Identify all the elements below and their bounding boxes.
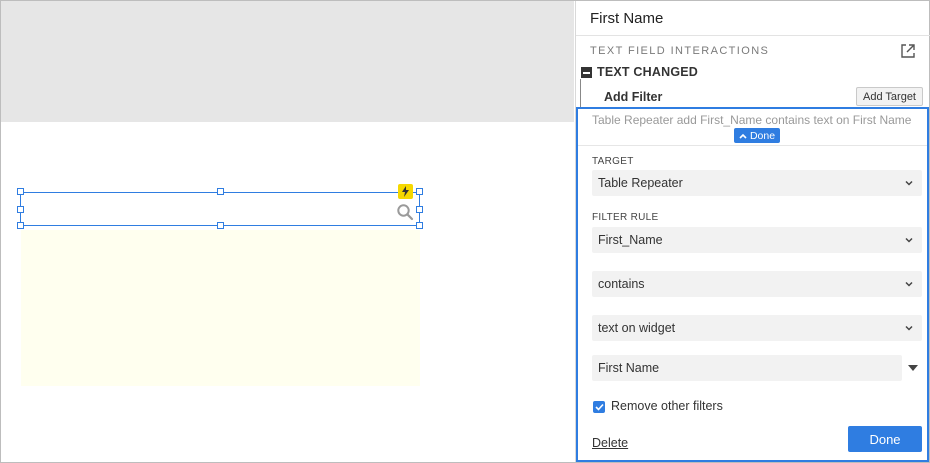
resize-handle-bottom-right[interactable]	[416, 222, 423, 229]
chevron-down-icon	[905, 281, 913, 287]
chevron-up-icon	[739, 133, 747, 139]
action-summary: Table Repeater add First_Name contains t…	[592, 113, 912, 127]
action-editor: Table Repeater add First_Name contains t…	[576, 107, 929, 462]
text-field-widget[interactable]	[20, 192, 420, 226]
panel-title: First Name	[590, 10, 664, 27]
column-value: First_Name	[598, 233, 663, 247]
chevron-down-icon	[905, 180, 913, 186]
target-value: Table Repeater	[598, 176, 683, 190]
resize-handle-bottom-middle[interactable]	[217, 222, 224, 229]
caret-down-icon[interactable]	[907, 362, 919, 374]
filter-rule-label: FILTER RULE	[592, 212, 659, 223]
resize-handle-middle-left[interactable]	[17, 206, 24, 213]
design-canvas[interactable]	[1, 1, 574, 462]
lightning-icon[interactable]	[398, 184, 413, 199]
minus-box-icon[interactable]	[581, 67, 592, 78]
widget-select[interactable]: First Name	[592, 355, 902, 381]
checkmark-icon	[594, 403, 604, 411]
external-link-icon[interactable]	[900, 43, 916, 59]
divider	[576, 35, 930, 36]
resize-handle-top-right[interactable]	[416, 188, 423, 195]
tree-connector	[580, 79, 581, 109]
section-label: TEXT FIELD INTERACTIONS	[590, 45, 770, 57]
chevron-down-icon	[905, 237, 913, 243]
target-label: TARGET	[592, 156, 634, 167]
search-icon	[397, 204, 414, 221]
resize-handle-top-middle[interactable]	[217, 188, 224, 195]
action-label[interactable]: Add Filter	[604, 90, 662, 104]
done-chip-label: Done	[749, 129, 776, 142]
operator-value: contains	[598, 277, 645, 291]
remove-other-filters-label[interactable]: Remove other filters	[611, 399, 723, 413]
table-repeater-widget[interactable]	[21, 230, 420, 386]
source-value: text on widget	[598, 321, 676, 335]
operator-select[interactable]: contains	[592, 271, 922, 297]
divider	[578, 145, 927, 146]
resize-handle-middle-right[interactable]	[416, 206, 423, 213]
add-target-button[interactable]: Add Target	[856, 87, 923, 106]
remove-other-filters-checkbox[interactable]	[593, 401, 605, 413]
done-button[interactable]: Done	[848, 426, 922, 452]
resize-handle-bottom-left[interactable]	[17, 222, 24, 229]
widget-value: First Name	[598, 361, 660, 375]
interactions-panel: First Name TEXT FIELD INTERACTIONS TEXT …	[575, 1, 930, 462]
source-select[interactable]: text on widget	[592, 315, 922, 341]
resize-handle-top-left[interactable]	[17, 188, 24, 195]
target-select[interactable]: Table Repeater	[592, 170, 922, 196]
column-select[interactable]: First_Name	[592, 227, 922, 253]
collapse-done-chip[interactable]: Done	[734, 128, 780, 143]
canvas-header-band	[1, 1, 574, 122]
event-label[interactable]: TEXT CHANGED	[597, 65, 698, 79]
chevron-down-icon	[905, 325, 913, 331]
delete-link[interactable]: Delete	[592, 436, 628, 450]
